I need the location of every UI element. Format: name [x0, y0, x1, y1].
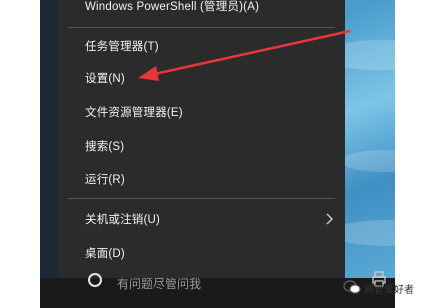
background-window-edge — [40, 0, 58, 278]
menu-separator — [68, 198, 335, 199]
cortana-ring-icon[interactable] — [88, 273, 102, 287]
menu-item-label: 运行(R) — [85, 174, 125, 186]
menu-item-label: 桌面(D) — [85, 248, 125, 260]
start-context-menu: Windows PowerShell (管理员)(A) 任务管理器(T) 设置(… — [58, 0, 345, 278]
menu-item-label: 任务管理器(T) — [85, 41, 159, 53]
menu-item-settings[interactable]: 设置(N) — [58, 62, 345, 94]
taskbar-search-box[interactable]: 有问题尽管问我 — [117, 275, 201, 292]
menu-item-shutdown-signout[interactable]: 关机或注销(U) — [58, 203, 345, 235]
menu-item-task-manager[interactable]: 任务管理器(T) — [58, 30, 345, 62]
menu-item-label: 关机或注销(U) — [85, 214, 161, 226]
menu-item-desktop[interactable]: 桌面(D) — [58, 237, 345, 269]
menu-item-label: Windows PowerShell (管理员)(A) — [85, 1, 260, 13]
menu-item-run[interactable]: 运行(R) — [58, 163, 345, 195]
menu-item-powershell-admin[interactable]: Windows PowerShell (管理员)(A) — [58, 0, 345, 22]
menu-item-search[interactable]: 搜索(S) — [58, 130, 345, 162]
menu-item-label: 设置(N) — [85, 73, 125, 85]
menu-item-label: 文件资源管理器(E) — [85, 107, 183, 119]
wechat-logo-icon — [343, 280, 361, 294]
watermark-text: 网管爱好者 — [364, 285, 414, 296]
menu-separator — [68, 27, 335, 28]
menu-item-file-explorer[interactable]: 文件资源管理器(E) — [58, 96, 345, 128]
menu-item-label: 搜索(S) — [85, 141, 125, 153]
chevron-right-icon — [326, 213, 333, 225]
